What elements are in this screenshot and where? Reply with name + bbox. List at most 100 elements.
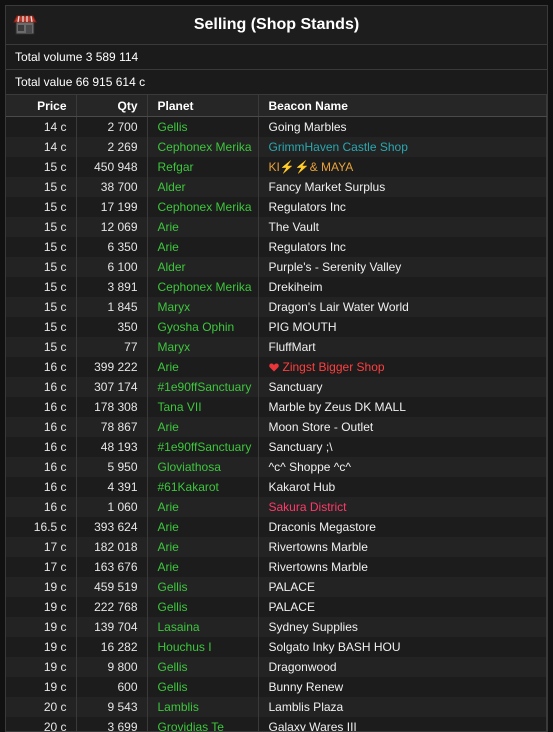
- planet-cell: Arie: [147, 417, 259, 437]
- table-row[interactable]: 17 c 163 676 Arie Rivertowns Marble: [6, 557, 547, 577]
- beacon-name-cell-text: Dragonwood: [268, 660, 337, 674]
- qty-cell-text: 77: [124, 340, 138, 354]
- window-title: Selling (Shop Stands): [193, 16, 360, 33]
- table-row[interactable]: 20 c 3 699 Grovidias Te Galaxy Wares III: [6, 717, 547, 732]
- price-cell: 16 c: [6, 477, 77, 497]
- qty-cell: 307 174: [76, 377, 148, 397]
- planet-cell: Gellis: [147, 597, 259, 617]
- beacon-name-cell-text: Moon Store - Outlet: [268, 420, 374, 434]
- planet-cell: Arie: [147, 237, 259, 257]
- table-row[interactable]: 19 c 9 800 Gellis Dragonwood: [6, 657, 547, 677]
- price-cell-text: 15 c: [43, 220, 67, 234]
- qty-cell: 350: [76, 317, 148, 337]
- table-row[interactable]: 19 c 600 Gellis Bunny Renew: [6, 677, 547, 697]
- table-row[interactable]: 14 c 2 269 Cephonex Merika GrimmHaven Castl…: [6, 137, 547, 157]
- beacon-name-cell: Sanctuary ;\: [258, 437, 547, 457]
- qty-cell-text: 1 060: [107, 500, 138, 514]
- planet-cell-text: #1e90ffSanctuary: [157, 440, 252, 454]
- table-row[interactable]: 15 c 77 Maryx FluffMart: [6, 337, 547, 357]
- qty-cell: 6 100: [76, 257, 148, 277]
- beacon-name-cell: Purple's - Serenity Valley: [258, 257, 547, 277]
- column-header-qty[interactable]: Qty: [76, 95, 148, 117]
- table-row[interactable]: 19 c 139 704 Lasaina Sydney Supplies: [6, 617, 547, 637]
- table-row[interactable]: 19 c 16 282 Houchus I Solgato Inky BASH HOU: [6, 637, 547, 657]
- qty-cell: 163 676: [76, 557, 148, 577]
- beacon-name-cell-text: Sanctuary ;\: [268, 440, 333, 454]
- beacon-name-cell-text: PIG MOUTH: [268, 320, 337, 334]
- price-cell-text: 14 c: [43, 120, 67, 134]
- column-header-planet[interactable]: Planet: [147, 95, 259, 117]
- table-row[interactable]: 15 c 17 199 Cephonex Merika Regulators Inc: [6, 197, 547, 217]
- planet-cell-text: #1e90ffSanctuary: [157, 380, 252, 394]
- table-row[interactable]: 16 c 5 950 Gloviathosa ^c^ Shoppe ^c^: [6, 457, 547, 477]
- column-header-price[interactable]: Price: [6, 95, 77, 117]
- table-row[interactable]: 19 c 459 519 Gellis PALACE: [6, 577, 547, 597]
- planet-cell-text: Lamblis: [157, 700, 199, 714]
- table-row[interactable]: 16 c 4 391 #61Kakarot Kakarot Hub: [6, 477, 547, 497]
- qty-cell: 48 193: [76, 437, 148, 457]
- beacon-name-cell: FluffMart: [258, 337, 547, 357]
- beacon-name-cell: Going Marbles: [258, 116, 547, 137]
- price-cell: 15 c: [6, 277, 77, 297]
- qty-cell-text: 2 700: [107, 120, 138, 134]
- beacon-name-cell: Bunny Renew: [258, 677, 547, 697]
- table-row[interactable]: 16 c 178 308 Tana VII Marble by Zeus DK MAL…: [6, 397, 547, 417]
- price-cell: 15 c: [6, 217, 77, 237]
- table-row[interactable]: 19 c 222 768 Gellis PALACE: [6, 597, 547, 617]
- table-row[interactable]: 15 c 3 891 Cephonex Merika Drekiheim: [6, 277, 547, 297]
- planet-cell: Arie: [147, 217, 259, 237]
- price-cell-text: 19 c: [43, 640, 67, 654]
- table-row[interactable]: 15 c 350 Gyosha Ophin PIG MOUTH: [6, 317, 547, 337]
- price-cell-text: 15 c: [43, 280, 67, 294]
- table-row[interactable]: 17 c 182 018 Arie Rivertowns Marble: [6, 537, 547, 557]
- beacon-name-cell-text: Solgato Inky BASH HOU: [268, 640, 401, 654]
- planet-cell: Refgar: [147, 157, 259, 177]
- table-row[interactable]: 20 c 9 543 Lamblis Lamblis Plaza: [6, 697, 547, 717]
- table-row[interactable]: 15 c 450 948 Refgar KI⚡⚡& MAYA: [6, 157, 547, 177]
- table-row[interactable]: 16 c 399 222 Arie Zingst Bigger Shop: [6, 357, 547, 377]
- price-cell: 19 c: [6, 677, 77, 697]
- planet-cell-text: Arie: [157, 360, 179, 374]
- qty-cell-text: 9 543: [107, 700, 138, 714]
- beacon-name-cell-text: Drekiheim: [268, 280, 323, 294]
- table-row[interactable]: 15 c 12 069 Arie The Vault: [6, 217, 547, 237]
- qty-cell-text: 6 350: [107, 240, 138, 254]
- table-row[interactable]: 15 c 6 350 Arie Regulators Inc: [6, 237, 547, 257]
- table-row[interactable]: 14 c 2 700 Gellis Going Marbles: [6, 116, 547, 137]
- beacon-name-cell-text: Marble by Zeus DK MALL: [268, 400, 406, 414]
- qty-cell: 2 700: [76, 116, 148, 137]
- beacon-name-cell: Regulators Inc: [258, 197, 547, 217]
- beacon-name-cell: KI⚡⚡& MAYA: [258, 157, 547, 177]
- table-row[interactable]: 15 c 6 100 Alder Purple's - Serenity Valley: [6, 257, 547, 277]
- table-row[interactable]: 16 c 48 193 #1e90ffSanctuary Sanctuary ;\: [6, 437, 547, 457]
- beacon-name-cell: Rivertowns Marble: [258, 557, 547, 577]
- table-row[interactable]: 16.5 c 393 624 Arie Draconis Megastore: [6, 517, 547, 537]
- table-row[interactable]: 16 c 307 174 #1e90ffSanctuary Sanctuary: [6, 377, 547, 397]
- planet-cell: Arie: [147, 537, 259, 557]
- qty-cell-text: 9 800: [107, 660, 138, 674]
- shop-stand-icon[interactable]: [13, 14, 37, 36]
- column-header-beacon-name[interactable]: Beacon Name: [258, 95, 547, 117]
- table-row[interactable]: 16 c 1 060 Arie Sakura District: [6, 497, 547, 517]
- table-row[interactable]: 15 c 38 700 Alder Fancy Market Surplus: [6, 177, 547, 197]
- qty-cell-text: 393 624: [94, 520, 138, 534]
- table-row[interactable]: 15 c 1 845 Maryx Dragon's Lair Water World: [6, 297, 547, 317]
- planet-cell: Tana VII: [147, 397, 259, 417]
- beacon-name-cell-text: Sakura District: [268, 500, 347, 514]
- table-row[interactable]: 16 c 78 867 Arie Moon Store - Outlet: [6, 417, 547, 437]
- price-cell: 19 c: [6, 597, 77, 617]
- planet-cell: Arie: [147, 517, 259, 537]
- qty-cell-text: 3 699: [107, 720, 138, 732]
- price-cell-text: 14 c: [43, 140, 67, 154]
- price-cell-text: 15 c: [43, 340, 67, 354]
- beacon-name-cell: Regulators Inc: [258, 237, 547, 257]
- price-cell: 15 c: [6, 237, 77, 257]
- qty-cell: 3 891: [76, 277, 148, 297]
- planet-cell-text: Arie: [157, 500, 179, 514]
- price-cell-text: 19 c: [43, 580, 67, 594]
- price-cell: 14 c: [6, 137, 77, 157]
- heart-icon: [268, 363, 279, 372]
- beacon-name-cell-text: Draconis Megastore: [268, 520, 376, 534]
- price-cell: 15 c: [6, 157, 77, 177]
- planet-cell-text: Gellis: [157, 680, 188, 694]
